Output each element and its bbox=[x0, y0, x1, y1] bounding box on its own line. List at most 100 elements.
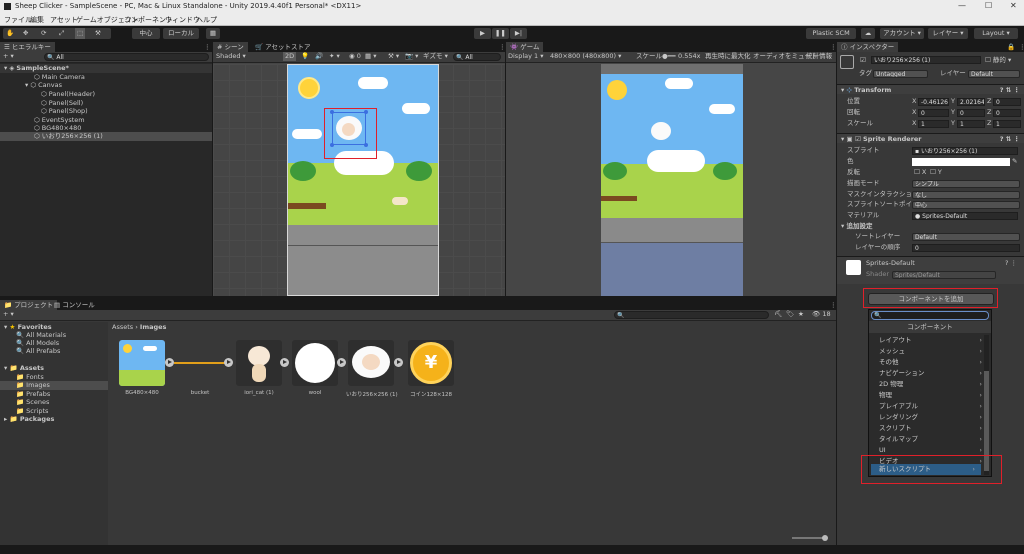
component-menu-icon[interactable]: ? ⇅ ⋮ bbox=[1000, 85, 1020, 95]
component-menu-item[interactable]: タイルマップ › bbox=[871, 434, 988, 445]
rotation-y-field[interactable]: 0 bbox=[957, 109, 985, 117]
custom-tool-icon[interactable]: ⚒ bbox=[95, 28, 101, 39]
position-x-field[interactable]: -0.46126 bbox=[918, 98, 949, 106]
tab-game[interactable]: 👾 ゲーム bbox=[506, 42, 544, 52]
component-menu-item[interactable]: スクリプト › bbox=[871, 423, 988, 434]
asset-tile[interactable]: iori_cat (1) bbox=[234, 340, 284, 396]
position-y-field[interactable]: 2.02164 bbox=[957, 98, 985, 106]
layer-dropdown[interactable]: Default bbox=[968, 70, 1020, 78]
play-sprite-icon[interactable] bbox=[394, 358, 403, 367]
space-toggle[interactable]: ローカル bbox=[163, 28, 199, 39]
assets-foldout[interactable]: ▾ 📁 Assets bbox=[4, 364, 44, 373]
hierarchy-item-selected[interactable]: ⬡ いおり256×256 (1) bbox=[0, 132, 212, 141]
project-create-button[interactable]: + ▾ bbox=[3, 310, 14, 319]
menu-window[interactable]: ウィンドウ bbox=[165, 15, 200, 25]
tab-scene[interactable]: # シーン bbox=[213, 42, 248, 52]
additional-settings-foldout[interactable]: ▾ 追加設定 bbox=[841, 222, 873, 231]
order-in-layer-field[interactable]: 0 bbox=[912, 244, 1020, 252]
rect-tool-icon[interactable]: ⬚ bbox=[75, 28, 86, 39]
favorite-item[interactable]: 🔍 All Prefabs bbox=[16, 347, 60, 356]
expand-arrow-icon[interactable]: ▾ bbox=[4, 64, 7, 72]
hierarchy-item[interactable]: ⬡ Panel(Header) bbox=[41, 90, 95, 99]
step-button[interactable]: ▶| bbox=[510, 28, 527, 39]
search-by-label-icon[interactable]: 🏷 bbox=[786, 310, 794, 319]
flip-x-checkbox[interactable]: ☐ X bbox=[914, 168, 926, 177]
effects-toggle-icon[interactable]: ✦ ▾ bbox=[329, 52, 340, 61]
asset-tile[interactable]: bucket bbox=[174, 340, 226, 396]
hierarchy-item[interactable]: ⬡ Panel(Shop) bbox=[41, 107, 88, 116]
breadcrumb-current[interactable]: Images bbox=[140, 323, 167, 331]
component-search-input[interactable]: 🔍 bbox=[871, 311, 989, 320]
shading-dropdown[interactable]: Shaded ▾ bbox=[216, 52, 246, 61]
packages-foldout[interactable]: ▸ 📁 Packages bbox=[4, 415, 54, 424]
stats-toggle[interactable]: 統計情報 bbox=[806, 52, 832, 61]
display-dropdown[interactable]: Display 1 ▾ bbox=[508, 52, 544, 61]
folder-item[interactable]: 📁 Scenes bbox=[16, 398, 49, 407]
hand-tool-icon[interactable]: ✋ bbox=[6, 28, 14, 39]
lighting-toggle-icon[interactable]: 💡 bbox=[301, 52, 309, 61]
menu-help[interactable]: ヘルプ bbox=[196, 15, 217, 25]
minimize-button[interactable]: — bbox=[958, 1, 966, 10]
scale-slider[interactable]: ●━━ bbox=[662, 52, 676, 61]
icon-size-slider[interactable] bbox=[792, 535, 828, 541]
grid-toggle-icon[interactable]: ▦ ▾ bbox=[365, 52, 376, 61]
rotation-z-field[interactable]: 0 bbox=[993, 109, 1021, 117]
sprite-renderer-header[interactable]: ▾ ▣ ☑ Sprite Renderer? ⇅ ⋮ bbox=[837, 133, 1024, 143]
scale-tool-icon[interactable]: ⤢ bbox=[59, 28, 64, 39]
project-search-input[interactable]: 🔍 bbox=[614, 311, 769, 319]
component-menu-item[interactable]: レイアウト › bbox=[871, 335, 988, 346]
flip-y-checkbox[interactable]: ☐ Y bbox=[930, 168, 942, 177]
toggle-2d-button[interactable]: 2D bbox=[283, 52, 297, 61]
menu-file[interactable]: ファイル bbox=[4, 15, 32, 25]
pivot-toggle[interactable]: 中心 bbox=[132, 28, 160, 39]
resolution-dropdown[interactable]: 480×800 (480x800) ▾ bbox=[550, 52, 621, 61]
scale-z-field[interactable]: 1 bbox=[993, 120, 1021, 128]
expand-arrow-icon[interactable]: ▾ bbox=[25, 81, 28, 89]
component-menu-icon[interactable]: ? ⇅ ⋮ bbox=[1000, 134, 1020, 144]
scene-row[interactable]: ▾ ◈ SampleScene* bbox=[0, 64, 212, 73]
tab-project[interactable]: 📁 プロジェクト bbox=[0, 300, 58, 310]
material-field[interactable]: ● Sprites-Default bbox=[912, 212, 1018, 220]
popup-scrollbar[interactable] bbox=[984, 335, 989, 475]
asset-tile[interactable]: wool bbox=[290, 340, 340, 396]
play-button[interactable]: ▶ bbox=[474, 28, 491, 39]
play-sprite-icon[interactable] bbox=[280, 358, 289, 367]
draw-mode-dropdown[interactable]: シンプル bbox=[912, 180, 1020, 188]
color-swatch[interactable] bbox=[912, 158, 1010, 166]
material-menu-icon[interactable]: ? ⋮ bbox=[1005, 259, 1017, 268]
scene-search-input[interactable]: 🔍 All bbox=[453, 53, 501, 61]
search-by-type-icon[interactable]: ⛏ bbox=[774, 310, 782, 319]
component-menu-item[interactable]: その他 › bbox=[871, 357, 988, 368]
scale-y-field[interactable]: 1 bbox=[957, 120, 985, 128]
layout-dropdown[interactable]: Layout ▾ bbox=[974, 28, 1018, 39]
tab-inspector[interactable]: ⓘ インスペクター bbox=[837, 42, 899, 52]
maximize-on-play-toggle[interactable]: 再生時に最大化 bbox=[705, 52, 751, 61]
hierarchy-item[interactable]: ▾ ⬡ Canvas bbox=[25, 81, 62, 90]
tag-dropdown[interactable]: Untagged bbox=[873, 70, 928, 78]
maximize-button[interactable]: ☐ bbox=[985, 1, 992, 10]
play-sprite-icon[interactable] bbox=[165, 358, 174, 367]
component-menu-item[interactable]: メッシュ › bbox=[871, 346, 988, 357]
breadcrumb-root[interactable]: Assets bbox=[112, 323, 133, 331]
sprite-field[interactable]: ▪ いおり256×256 (1) bbox=[912, 147, 1018, 155]
gameobject-icon[interactable] bbox=[840, 55, 854, 69]
component-menu-item[interactable]: 物理 › bbox=[871, 390, 988, 401]
asset-tile[interactable]: BG480×480 bbox=[117, 340, 167, 396]
layers-dropdown[interactable]: レイヤー ▾ bbox=[928, 28, 968, 39]
more-menu-icon[interactable]: ⋮ bbox=[826, 300, 841, 310]
transform-tools[interactable]: ✋ ✥ ⟳ ⤢ ⬚ ⚒ bbox=[3, 28, 111, 39]
gizmos-dropdown[interactable]: ギズモ ▾ bbox=[423, 52, 448, 61]
play-sprite-icon[interactable] bbox=[337, 358, 346, 367]
tab-hierarchy[interactable]: ☰ ヒエラルキー bbox=[0, 42, 55, 52]
camera-icon[interactable]: 📷 ▾ bbox=[405, 52, 418, 61]
hidden-packages-icon[interactable]: 👁 18 bbox=[812, 310, 831, 319]
close-button[interactable]: ✕ bbox=[1010, 1, 1017, 10]
sort-point-dropdown[interactable]: 中心 bbox=[912, 201, 1020, 209]
transform-header[interactable]: ▾ ⊹ Transform? ⇅ ⋮ bbox=[837, 84, 1024, 94]
component-menu-item[interactable]: プレイアブル › bbox=[871, 401, 988, 412]
object-name-field[interactable]: いおり256×256 (1) bbox=[871, 56, 981, 64]
tools-icon[interactable]: ⚒ ▾ bbox=[388, 52, 399, 61]
mask-dropdown[interactable]: なし bbox=[912, 191, 1020, 199]
plastic-scm-button[interactable]: Plastic SCM bbox=[806, 28, 856, 39]
asset-tile[interactable]: ¥ コイン128×128 bbox=[406, 340, 456, 398]
